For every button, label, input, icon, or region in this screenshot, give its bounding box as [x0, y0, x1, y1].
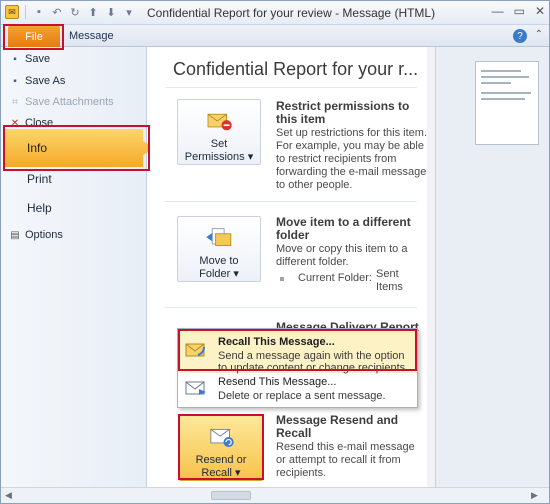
move-to-folder-label: Move to Folder ▾: [199, 255, 239, 280]
section-description: Set up restrictions for this item. For e…: [276, 127, 427, 191]
close-icon: ✕: [10, 117, 20, 129]
thumbnail-line: [481, 82, 511, 84]
title-bar: ✉ ▪ ↶ ↻ ⬆ ⬇ ▾ Confidential Report for yo…: [1, 1, 549, 25]
divider: [165, 87, 417, 88]
nav-item-label: Help: [27, 201, 52, 215]
current-folder-label: Current Folder:: [298, 272, 372, 284]
ribbon-collapse-icon[interactable]: ⌃: [535, 29, 543, 40]
nav-item-label: Save: [25, 53, 51, 65]
help-icon[interactable]: ?: [513, 29, 527, 43]
page-title: Confidential Report for your r...: [173, 59, 419, 79]
set-permissions-button[interactable]: Set Permissions ▾: [177, 99, 261, 165]
scroll-right-icon[interactable]: ▶: [531, 490, 538, 501]
tab-file[interactable]: File: [8, 26, 60, 47]
section-title: Move item to a different folder: [276, 215, 411, 242]
nav-item-options[interactable]: ▤ Options: [1, 225, 147, 245]
save-as-icon: ▪: [13, 75, 17, 87]
resend-envelope-icon: [185, 381, 206, 395]
recall-message-menu-item[interactable]: Recall This Message... Send a message ag…: [178, 331, 417, 374]
set-permissions-label: Set Permissions ▾: [184, 138, 254, 163]
message-preview-thumbnail[interactable]: [475, 61, 539, 145]
resend-message-desc: Delete or replace a sent message.: [218, 390, 386, 402]
divider: [165, 201, 417, 202]
previous-item-icon[interactable]: ⬆: [86, 5, 100, 19]
recall-envelope-icon: [185, 343, 205, 357]
thumbnail-line: [481, 76, 529, 78]
next-item-icon[interactable]: ⬇: [104, 5, 118, 19]
tab-message[interactable]: Message: [69, 30, 114, 42]
close-window-icon[interactable]: ✕: [535, 4, 545, 18]
nav-item-help[interactable]: Help: [1, 198, 147, 218]
thumbnail-line: [481, 92, 531, 94]
save-icon: ▪: [13, 53, 17, 65]
divider: [165, 307, 417, 308]
section-description: Move or copy this item to a different fo…: [276, 243, 408, 268]
resend-or-recall-label: Resend or Recall ▾: [195, 454, 247, 479]
nav-item-label: Close: [25, 117, 54, 129]
section-title: Restrict permissions to this item: [276, 99, 410, 126]
move-folder-icon: [206, 228, 232, 247]
content-scrollbar[interactable]: [427, 47, 435, 487]
resend-recall-icon: [210, 428, 234, 448]
customize-toolbar-icon[interactable]: ▾: [122, 5, 136, 19]
nav-item-info[interactable]: Info: [5, 129, 155, 167]
scroll-thumb[interactable]: [211, 491, 251, 500]
outlook-message-window: ✉ ▪ ↶ ↻ ⬆ ⬇ ▾ Confidential Report for yo…: [0, 0, 550, 504]
scroll-left-icon[interactable]: ◀: [5, 490, 12, 501]
nav-item-label: Save Attachments: [25, 96, 114, 108]
nav-item-save-as[interactable]: ▪ Save As: [1, 71, 147, 91]
section-description: Resend this e-mail message or attempt to…: [276, 441, 415, 479]
section-title: Message Resend and Recall: [276, 413, 399, 440]
permissions-envelope-icon: [207, 113, 232, 131]
thumbnail-line: [481, 70, 521, 72]
attachment-icon: ⌗: [12, 96, 18, 108]
nav-item-label: Print: [27, 172, 52, 186]
quick-access-toolbar: ✉ ▪ ↶ ↻ ⬆ ⬇ ▾: [5, 5, 136, 19]
save-icon[interactable]: ▪: [32, 5, 46, 19]
nav-item-print[interactable]: Print: [1, 169, 147, 189]
options-icon: ▤: [10, 229, 20, 241]
outlook-app-icon[interactable]: ✉: [5, 5, 19, 19]
resend-message-title: Resend This Message...: [218, 376, 337, 388]
nav-item-save[interactable]: ▪ Save: [1, 49, 147, 69]
current-folder-value: Sent Items: [376, 268, 403, 293]
nav-item-label: Options: [25, 229, 63, 241]
redo-icon[interactable]: ↻: [68, 5, 82, 19]
toolbar-divider: [25, 5, 26, 19]
nav-item-save-attachments[interactable]: ⌗ Save Attachments: [1, 92, 147, 112]
horizontal-scrollbar[interactable]: ◀ ▶: [1, 487, 549, 503]
maximize-icon[interactable]: ▭: [514, 4, 525, 18]
resend-message-menu-item[interactable]: Resend This Message... Delete or replace…: [178, 373, 417, 407]
minimize-icon[interactable]: —: [492, 4, 504, 18]
nav-item-label: Save As: [25, 75, 66, 87]
nav-item-label: Info: [27, 141, 48, 155]
resend-recall-menu: Recall This Message... Send a message ag…: [177, 328, 418, 408]
undo-icon[interactable]: ↶: [50, 5, 64, 19]
bullet-icon: [280, 277, 284, 281]
resend-or-recall-button[interactable]: Resend or Recall ▾: [179, 415, 263, 481]
thumbnail-line: [481, 98, 525, 100]
move-to-folder-button[interactable]: Move to Folder ▾: [177, 216, 261, 282]
recall-message-title: Recall This Message...: [218, 336, 335, 348]
window-controls: — ▭ ✕: [492, 4, 545, 18]
window-title: Confidential Report for your review - Me…: [147, 6, 436, 20]
